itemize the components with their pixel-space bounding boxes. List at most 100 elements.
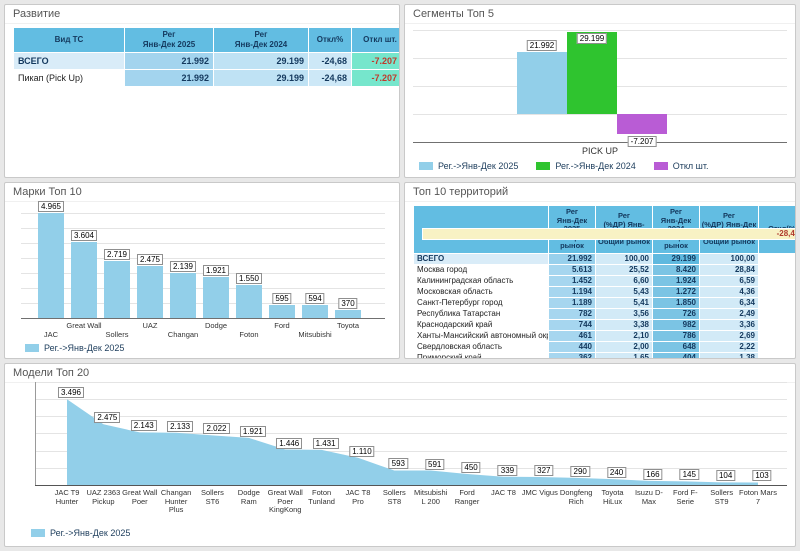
x-axis-label: Mitsubishi xyxy=(298,330,331,339)
bar-delta[interactable] xyxy=(617,114,667,134)
bar-sollers[interactable] xyxy=(104,261,130,318)
cell-value: 744 xyxy=(549,319,596,330)
row-label[interactable]: Санкт-Петербург город xyxy=(414,297,549,308)
row-label[interactable]: Приморский край xyxy=(414,352,549,359)
cell-value: 2,49 xyxy=(700,308,759,319)
panel-territories-top10: Топ 10 территорий Рег Янв-Дек 2025 Общий… xyxy=(404,182,796,359)
bar-2025[interactable] xyxy=(517,52,567,114)
row-label[interactable]: ВСЕГО xyxy=(414,253,549,264)
x-axis-label: UAZ 2363 Pickup xyxy=(84,489,122,506)
table-header-row: Вид ТС Рег Янв-Дек 2025 Рег Янв-Дек 2024… xyxy=(14,28,401,53)
value-label: 166 xyxy=(643,469,662,480)
bar-foton[interactable] xyxy=(236,285,262,318)
legend-item: Рег.->Янв-Дек 2025 xyxy=(25,343,124,353)
arrow-down-icon: ↓ xyxy=(400,56,401,66)
models-area-chart: 3.496JAC T9 Hunter2.475UAZ 2363 Pickup2.… xyxy=(5,382,795,546)
bar-great-wall[interactable] xyxy=(71,242,97,318)
cell-value: 1.850 xyxy=(653,297,700,308)
legend-swatch-icon xyxy=(419,162,433,170)
column-header[interactable]: Откл% xyxy=(309,28,352,53)
legend-item: Рег.->Янв-Дек 2024 xyxy=(536,161,635,171)
area-series[interactable] xyxy=(5,382,795,486)
chart-legend: Рег.->Янв-Дек 2025 Рег.->Янв-Дек 2024 Откл… xyxy=(419,161,708,171)
cell-value: 5.613 xyxy=(549,264,596,275)
table-row: Пикап (Pick Up)21.99229.199-24,68-7.207 … xyxy=(14,70,401,87)
row-label[interactable]: Свердловская область xyxy=(414,341,549,352)
row-label[interactable]: Пикап (Pick Up) xyxy=(14,70,125,87)
cell-value: 461 xyxy=(549,330,596,341)
cell-value: 1.189 xyxy=(549,297,596,308)
legend-label: Откл шт. xyxy=(673,161,709,171)
panel-title: Сегменты Топ 5 xyxy=(405,5,795,24)
row-label[interactable]: ВСЕГО xyxy=(14,53,125,70)
x-axis-label: Sollers ST8 xyxy=(375,489,413,506)
value-label: 1.110 xyxy=(349,446,374,457)
x-axis-label: JAC T8 xyxy=(484,489,522,498)
panel-brands-top10: Марки Топ 10 4.965JAC3.604Great Wall2.71… xyxy=(4,182,400,359)
row-label[interactable]: Ханты-Мансийский автономный округ xyxy=(414,330,549,341)
x-axis-label: Great Wall Poer xyxy=(121,489,159,506)
value-label: 2.143 xyxy=(131,420,157,431)
legend-item: Рег.->Янв-Дек 2025 xyxy=(31,528,130,538)
cell-value: 404 xyxy=(653,352,700,359)
column-header[interactable]: Откл шт. xyxy=(352,28,401,53)
cell-value: 782 xyxy=(549,308,596,319)
cell-value: 1.452 xyxy=(549,275,596,286)
column-header[interactable]: Рег Янв-Дек 2024 xyxy=(214,28,309,53)
legend-label: Рег.->Янв-Дек 2025 xyxy=(50,528,130,538)
bar-changan[interactable] xyxy=(170,273,196,318)
cell-value: 2,10 xyxy=(596,330,653,341)
chart-legend: Рег.->Янв-Дек 2025 xyxy=(31,528,130,538)
bar-uaz[interactable] xyxy=(137,266,163,318)
value-label: 104 xyxy=(716,470,735,481)
row-label[interactable]: Московская область xyxy=(414,286,549,297)
row-label[interactable]: Краснодарский край xyxy=(414,319,549,330)
value-label: 145 xyxy=(680,469,699,480)
cell-value: 362 xyxy=(549,352,596,359)
cell-value: 5,41 xyxy=(596,297,653,308)
cell-value: 100,00 xyxy=(700,253,759,264)
x-axis-label: Great Wall xyxy=(66,321,101,330)
value-label: 370 xyxy=(338,298,357,309)
cell-value: 21.992 xyxy=(125,70,214,87)
row-label[interactable]: Москва город xyxy=(414,264,549,275)
bar-mitsubishi[interactable] xyxy=(302,305,328,318)
value-label: 450 xyxy=(461,462,480,473)
value-label: 2.475 xyxy=(94,412,120,423)
table-row: Краснодарский край7443,389823,36-24,24 ↓ xyxy=(414,319,797,330)
cell-value: 1.194 xyxy=(549,286,596,297)
table-row: ВСЕГО21.992100,0029.199100,00-24,68 ↓ xyxy=(414,253,797,264)
value-label: 591 xyxy=(425,459,444,470)
column-header[interactable]: Рег Янв-Дек 2025 xyxy=(125,28,214,53)
x-axis-label: Dodge Ram xyxy=(230,489,268,506)
bar-dodge[interactable] xyxy=(203,277,229,318)
segments-bar-chart: 21.99229.199-7.207PICK UPРег.->Янв-Дек 2… xyxy=(405,23,795,177)
bar-ford[interactable] xyxy=(269,305,295,318)
bar-jac[interactable] xyxy=(38,213,64,318)
x-axis-label: Dodge xyxy=(205,321,227,330)
x-axis-label: Ford xyxy=(274,321,289,330)
cell-value: 100,00 xyxy=(596,253,653,264)
value-label: 2.139 xyxy=(170,261,196,272)
table-row: Ханты-Мансийский автономный округ4612,10… xyxy=(414,330,797,341)
cell-delta: -7.207 ↓ xyxy=(352,70,401,87)
panel-title: Модели Топ 20 xyxy=(5,364,795,383)
cell-value: -24,68 xyxy=(309,53,352,70)
x-axis-label: Foton Mars 7 xyxy=(739,489,777,506)
row-label[interactable]: Калининградская область xyxy=(414,275,549,286)
legend-swatch-icon xyxy=(31,529,45,537)
row-label[interactable]: Республика Татарстан xyxy=(414,308,549,319)
x-axis-label: JAC xyxy=(44,330,58,339)
table-row: Республика Татарстан7823,567262,497,71 ↑ xyxy=(414,308,797,319)
table-row: Московская область1.1945,431.2724,36-6,1… xyxy=(414,286,797,297)
legend-item: Рег.->Янв-Дек 2025 xyxy=(419,161,518,171)
cell-value: 2,69 xyxy=(700,330,759,341)
x-axis-label: Sollers xyxy=(106,330,129,339)
table-row: Москва город5.61325,528.42028,84-33,34 ↓ xyxy=(414,264,797,275)
panel-models-top20: Модели Топ 20 3.496JAC T9 Hunter2.475UAZ… xyxy=(4,363,796,547)
cell-value: 4,36 xyxy=(700,286,759,297)
column-header[interactable]: Вид ТС xyxy=(14,28,125,53)
bar-toyota[interactable] xyxy=(335,310,361,318)
legend-swatch-icon xyxy=(25,344,39,352)
bar-2024[interactable] xyxy=(567,32,617,114)
